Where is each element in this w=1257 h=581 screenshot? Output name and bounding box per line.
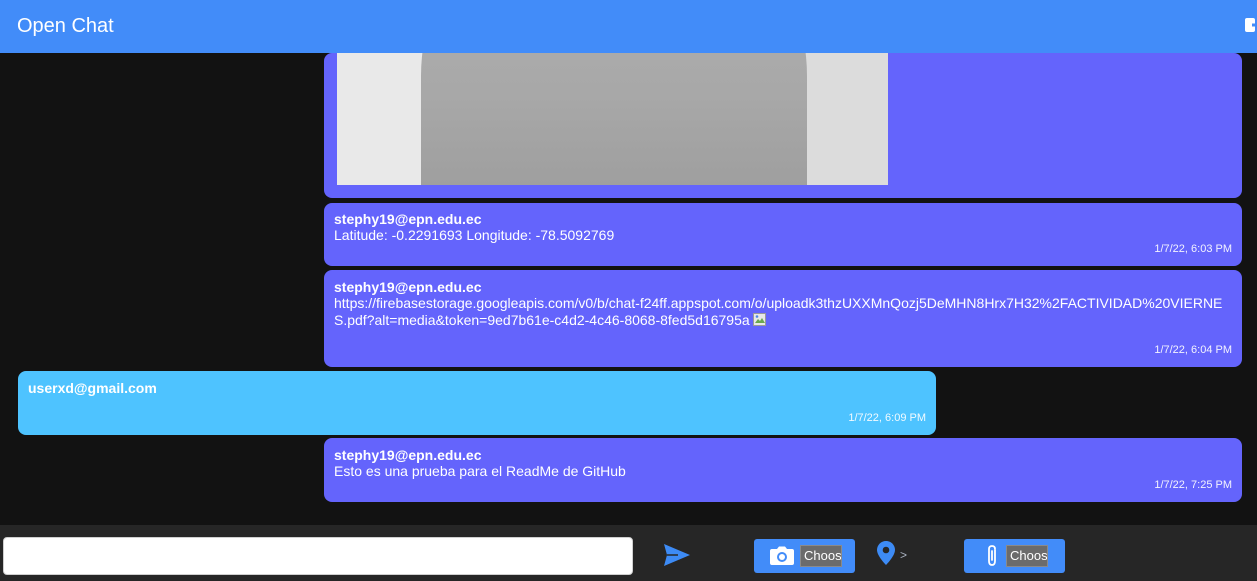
message-sender: userxd@gmail.com bbox=[28, 380, 157, 396]
message-sender: stephy19@epn.edu.ec bbox=[334, 279, 482, 295]
photo-upload-button[interactable]: Choos bbox=[754, 539, 855, 573]
shared-image[interactable] bbox=[337, 53, 888, 185]
app-title: Open Chat bbox=[17, 15, 114, 37]
message-sender: stephy19@epn.edu.ec bbox=[334, 447, 482, 463]
location-button[interactable]: > bbox=[877, 540, 917, 570]
message-timestamp: 1/7/22, 7:25 PM bbox=[1154, 479, 1232, 491]
message-bubble-location: stephy19@epn.edu.ec Latitude: -0.2291693… bbox=[324, 203, 1242, 266]
message-list[interactable]: stephy19@epn.edu.ec Latitude: -0.2291693… bbox=[0, 53, 1257, 525]
broken-image-icon bbox=[752, 313, 767, 327]
file-link[interactable]: https://firebasestorage.googleapis.com/v… bbox=[334, 295, 1232, 329]
location-chevron: > bbox=[900, 548, 908, 562]
top-app-bar: Open Chat bbox=[0, 0, 1257, 53]
file-url-text[interactable]: https://firebasestorage.googleapis.com/v… bbox=[334, 295, 1222, 328]
message-timestamp: 1/7/22, 6:09 PM bbox=[848, 412, 926, 424]
file-upload-button[interactable]: Choos bbox=[964, 539, 1065, 573]
message-bubble-text: stephy19@epn.edu.ec Esto es una prueba p… bbox=[324, 438, 1242, 502]
message-timestamp: 1/7/22, 6:03 PM bbox=[1154, 243, 1232, 255]
message-input[interactable] bbox=[3, 537, 633, 575]
paperclip-icon bbox=[982, 543, 1002, 569]
message-bubble-received: userxd@gmail.com 1/7/22, 6:09 PM bbox=[18, 371, 936, 435]
photo-choose-file[interactable]: Choos bbox=[800, 545, 842, 567]
image-message bbox=[324, 53, 1242, 198]
file-choose-file[interactable]: Choos bbox=[1006, 545, 1048, 567]
logout-icon[interactable] bbox=[1245, 17, 1257, 33]
camera-icon bbox=[768, 543, 796, 569]
message-bubble-file: stephy19@epn.edu.ec https://firebasestor… bbox=[324, 270, 1242, 367]
message-text: Esto es una prueba para el ReadMe de Git… bbox=[334, 463, 626, 479]
send-icon[interactable] bbox=[662, 542, 692, 568]
chat-app: Open Chat stephy19@epn.edu.ec Latitude: … bbox=[0, 0, 1257, 581]
message-sender: stephy19@epn.edu.ec bbox=[334, 211, 482, 227]
map-pin-icon bbox=[877, 540, 895, 570]
message-timestamp: 1/7/22, 6:04 PM bbox=[1154, 344, 1232, 356]
composer-bar: Choos > Choos bbox=[0, 525, 1257, 581]
message-text: Latitude: -0.2291693 Longitude: -78.5092… bbox=[334, 227, 615, 243]
